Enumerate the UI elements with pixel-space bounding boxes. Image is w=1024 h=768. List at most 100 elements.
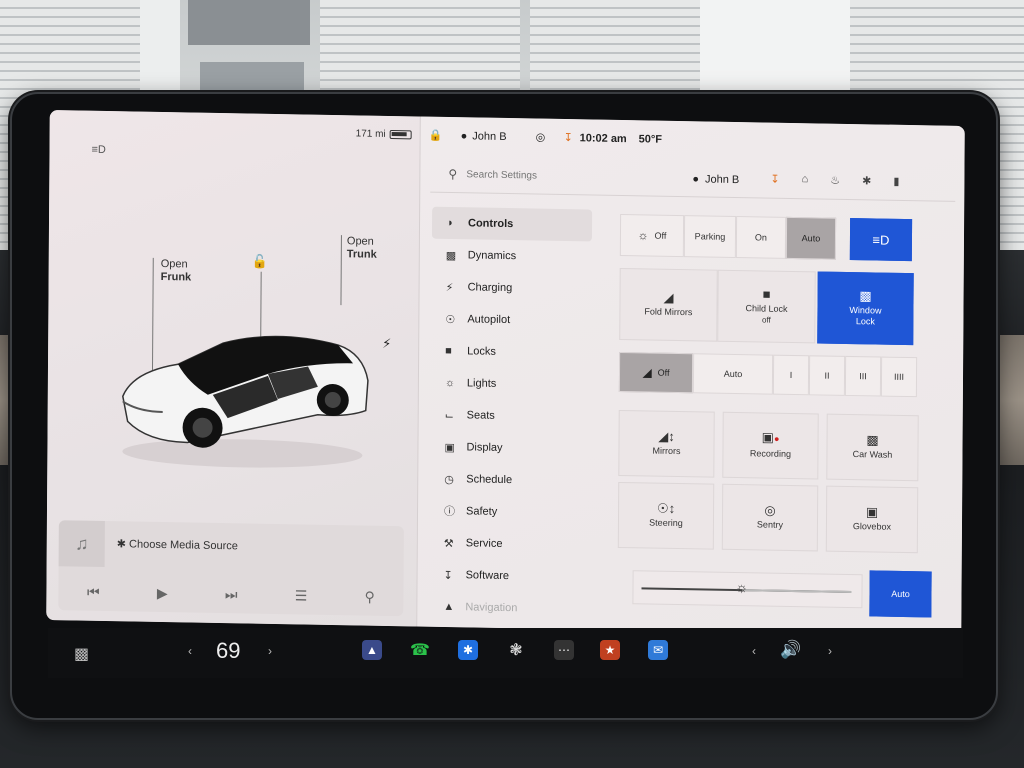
window-pane — [188, 0, 310, 45]
nav-item-navigation[interactable]: ▲ Navigation — [429, 591, 589, 626]
volume-down-chevron-icon[interactable]: ‹ — [752, 644, 756, 658]
nav-item-software[interactable]: ↧ Software — [429, 559, 589, 594]
bluetooth-icon[interactable]: ✱ — [862, 174, 871, 187]
sentry-tile[interactable]: ◎ Sentry — [721, 483, 819, 552]
frunk-label-top: Open — [160, 257, 188, 271]
status-bar: 🔒 John B ◎ ↧ 10:02 am 50°F — [421, 127, 965, 159]
nav-item-charging[interactable]: ⚡ Charging — [431, 271, 591, 306]
steering-wheel-icon: ☉↕ — [656, 500, 676, 516]
media-source-button[interactable]: ✱ Choose Media Source — [117, 537, 238, 552]
wipers-off-label: Off — [657, 367, 670, 378]
equalizer-icon[interactable]: ☰ — [295, 587, 308, 604]
nav-item-autopilot[interactable]: ☉ Autopilot — [431, 303, 591, 338]
headlights-off-button[interactable]: ☼ Off — [619, 213, 685, 258]
high-beam-button[interactable]: ≡D — [849, 218, 913, 262]
brightness-sun-icon[interactable]: ☼ — [735, 579, 748, 595]
settings-pane: 🔒 John B ◎ ↧ 10:02 am 50°F ⚲ John B ↧ ⌂ … — [416, 116, 965, 636]
wipers-speed-2-button[interactable]: II — [808, 355, 846, 396]
charge-port-icon[interactable]: ⚡ — [382, 336, 391, 352]
volume-up-chevron-icon[interactable]: › — [828, 644, 832, 658]
nav-label: Schedule — [466, 473, 513, 487]
bluetooth-app-icon[interactable]: ✱ — [458, 640, 478, 660]
lock-icon[interactable]: 🔒 — [429, 129, 443, 142]
sentry-icon: ◎ — [764, 502, 776, 518]
glovebox-tile[interactable]: ▣ Glovebox — [825, 485, 919, 554]
navigation-app-icon[interactable]: ▲ — [362, 640, 382, 660]
wipers-off-button[interactable]: ◢ Off — [618, 351, 694, 394]
open-frunk-button[interactable]: Open Frunk — [161, 258, 192, 285]
more-apps-icon[interactable]: ⋯ — [554, 640, 574, 660]
search-input[interactable] — [466, 164, 647, 188]
next-track-icon[interactable]: ⏭ — [225, 586, 238, 603]
nav-item-locks[interactable]: ■ Locks — [431, 335, 591, 370]
unlock-icon[interactable]: 🔓 — [252, 254, 268, 270]
child-lock-button[interactable]: ■ Child Lock off — [717, 269, 816, 344]
wipers-auto-button[interactable]: Auto — [692, 353, 774, 395]
clock: 10:02 am — [579, 132, 627, 146]
window-lock-label-bottom: Lock — [855, 315, 875, 326]
download-icon[interactable]: ↧ — [770, 173, 779, 186]
headlights-on-button[interactable]: On — [735, 216, 787, 259]
headlights-parking-button[interactable]: Parking — [683, 215, 737, 259]
nav-item-controls[interactable]: ◑ Controls — [431, 206, 593, 242]
sun-icon: ☼ — [444, 376, 456, 390]
nav-label: Display — [466, 441, 503, 454]
toggle-icon: ◑ — [445, 216, 453, 230]
nav-item-lights[interactable]: ☼ Lights — [431, 367, 591, 402]
nav-item-service[interactable]: ⚒ Service — [430, 527, 590, 562]
messages-icon[interactable]: ✉ — [648, 640, 668, 660]
nav-label: Autopilot — [467, 313, 511, 327]
toybox-icon[interactable]: ★ — [600, 640, 620, 660]
temp-decrease-chevron-icon[interactable]: ‹ — [188, 644, 192, 658]
wrench-icon: ⚒ — [443, 537, 454, 550]
brightness-slider[interactable]: ☼ — [632, 570, 863, 609]
mirrors-tile[interactable]: ◢↕ Mirrors — [618, 409, 715, 478]
display-icon: ▣ — [444, 441, 455, 454]
sentry-status-icon: ◎ — [535, 131, 546, 144]
driver-profile[interactable]: John B — [461, 130, 506, 143]
wipers-speed-3-button[interactable]: III — [844, 355, 882, 397]
window-lock-button[interactable]: ▩ Window Lock — [817, 271, 914, 346]
media-source-label: Choose Media Source — [129, 538, 238, 553]
high-beam-icon: ≡D — [872, 231, 890, 248]
nav-item-seats[interactable]: ⌙ Seats — [431, 399, 591, 434]
car-icon[interactable]: ▩ — [74, 644, 89, 664]
nav-item-display[interactable]: ▣ Display — [430, 431, 590, 466]
headlights-auto-button[interactable]: Auto — [785, 216, 837, 260]
bell-icon[interactable]: ♨ — [830, 174, 840, 187]
nav-label: Seats — [466, 409, 495, 422]
nav-item-schedule[interactable]: ◷ Schedule — [430, 463, 590, 498]
play-icon[interactable]: ▶ — [157, 584, 168, 601]
nav-item-safety[interactable]: ⓘ Safety — [430, 495, 590, 530]
volume-icon[interactable]: 🔊 — [780, 640, 801, 660]
fold-mirrors-label: Fold Mirrors — [644, 306, 693, 318]
wipers-speed-4-button[interactable]: IIII — [880, 356, 918, 398]
phone-icon[interactable]: ☎ — [410, 640, 430, 660]
previous-track-icon[interactable]: ⏮ — [87, 583, 100, 600]
wipers-speed-3-label: III — [859, 370, 867, 381]
touchscreen: ≡D 171 mi Open Frunk Open Trunk 🔓 ⚡ ♫ ✱ … — [46, 110, 965, 636]
child-lock-state: off — [761, 314, 771, 325]
child-lock-icon: ■ — [762, 285, 771, 302]
fan-icon[interactable]: ❃ — [506, 640, 526, 660]
cabin-temperature[interactable]: 69 — [216, 638, 240, 664]
nav-item-dynamics[interactable]: ▩ Dynamics — [432, 239, 592, 274]
nav-label: Safety — [465, 505, 498, 518]
steering-tile[interactable]: ☉↕ Steering — [617, 481, 715, 550]
brightness-auto-button[interactable]: Auto — [869, 570, 932, 618]
home-icon[interactable]: ⌂ — [802, 173, 809, 186]
temp-increase-chevron-icon[interactable]: › — [268, 644, 272, 658]
recording-tile[interactable]: ▣● Recording — [722, 411, 819, 480]
profile-button[interactable]: John B — [692, 173, 739, 186]
car-wash-tile[interactable]: ▩ Car Wash — [826, 413, 919, 482]
settings-header: ⚲ John B ↧ ⌂ ♨ ✱ ▮ — [430, 156, 956, 202]
child-lock-label: Child Lock — [745, 302, 788, 314]
mirror-adjust-icon: ◢↕ — [658, 428, 675, 444]
clock-icon: ◷ — [444, 473, 454, 486]
fold-mirrors-button[interactable]: ◢ Fold Mirrors — [619, 267, 718, 342]
wipers-speed-1-button[interactable]: I — [772, 354, 810, 396]
search-icon[interactable]: ⚲ — [364, 588, 374, 605]
mirror-icon: ◢ — [663, 289, 674, 305]
open-trunk-button[interactable]: Open Trunk — [347, 235, 377, 262]
headlights-on-label: On — [754, 231, 768, 243]
